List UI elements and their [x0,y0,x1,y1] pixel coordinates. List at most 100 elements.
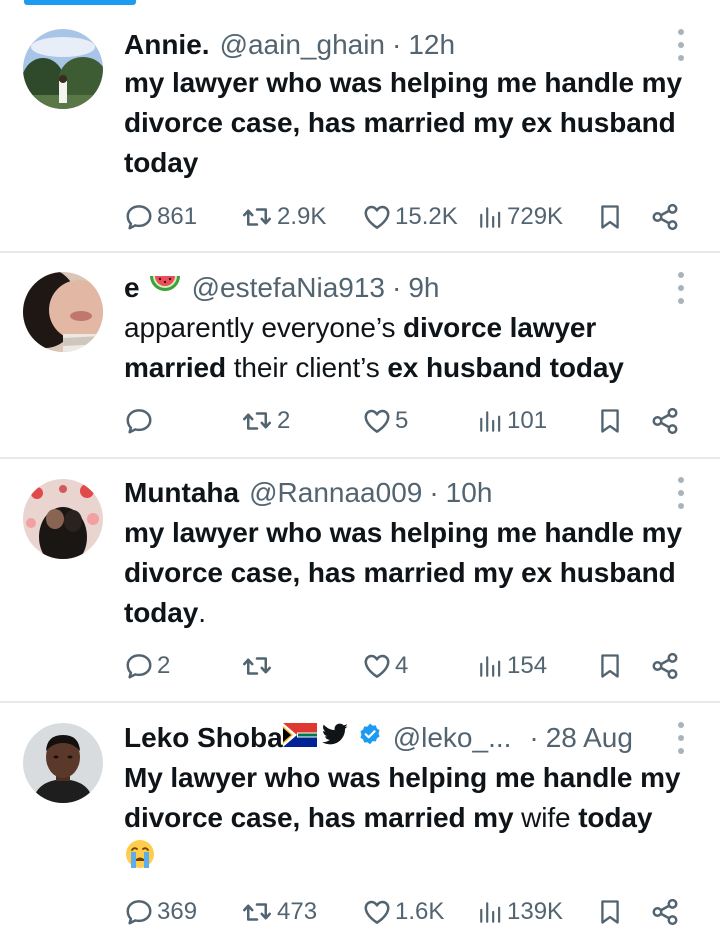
retweet-count: 2.9K [277,203,327,230]
like-icon [362,202,392,232]
bookmark-icon [596,651,624,681]
text-segment-bold: my lawyer who was helping me handle my d… [124,517,682,628]
retweet-button[interactable]: 473 [240,892,317,932]
reply-button[interactable]: 861 [124,197,197,237]
avatar[interactable] [23,29,103,109]
reply-icon [124,651,154,681]
reply-icon [124,202,154,232]
more-icon[interactable] [676,272,686,304]
user-handle[interactable]: @leko_... [393,722,512,754]
retweet-icon [240,897,274,927]
like-icon [362,897,392,927]
share-button[interactable] [650,646,680,686]
bookmark-icon [596,406,624,436]
tweet-text: apparently everyone’s divorce lawyer mar… [124,308,690,388]
user-handle[interactable]: @Rannaa009 [249,477,422,509]
display-name[interactable]: Leko Shoba [124,722,283,754]
views-count: 154 [507,652,548,679]
share-icon [650,897,680,927]
retweet-count: 2 [277,407,291,434]
separator: · [392,272,402,303]
verified-badge-icon [357,722,383,755]
text-segment: wife [513,802,571,833]
avatar[interactable] [23,723,103,803]
tweet-text: My lawyer who was helping me handle my d… [124,758,690,881]
views-button[interactable]: 101 [478,401,547,441]
reply-button[interactable]: 369 [124,892,197,932]
bookmark-button[interactable] [596,401,624,441]
timestamp[interactable]: 10h [446,477,493,509]
user-handle[interactable]: @aain_ghain [220,29,385,61]
tweet-text: my lawyer who was helping me handle my d… [124,513,690,633]
reply-icon [124,897,154,927]
like-count: 1.6K [395,898,445,925]
reply-button[interactable]: 2 [124,646,170,686]
retweet-button[interactable]: 2 [240,401,290,441]
retweet-count: 473 [277,898,318,925]
views-icon [478,406,504,436]
share-icon [650,651,680,681]
like-button[interactable]: 4 [362,646,408,686]
south-africa-flag-emoji [282,722,317,754]
user-handle[interactable]: @estefaNia913 [192,272,385,304]
retweet-icon [240,651,274,681]
like-icon [362,406,392,436]
views-icon [478,897,504,927]
separator: · [529,722,539,753]
reply-count: 2 [157,652,171,679]
views-count: 729K [507,203,564,230]
text-segment: apparently everyone’s [124,312,404,343]
separator: · [429,477,439,508]
retweet-icon [240,406,274,436]
display-name[interactable]: Annie. [124,29,210,61]
bird-emoji [321,722,349,754]
retweet-button[interactable] [240,646,277,686]
timestamp[interactable]: 9h [408,272,439,304]
bookmark-icon [596,897,624,927]
timestamp[interactable]: 12h [408,29,455,61]
tweet-header: Annie. @aain_ghain · 12h [124,25,660,65]
share-button[interactable] [650,892,680,932]
views-button[interactable]: 729K [478,197,563,237]
views-icon [478,202,504,232]
like-button[interactable]: 15.2K [362,197,458,237]
like-count: 15.2K [395,203,458,230]
tab-indicator [24,0,136,5]
tweet-actions: 369 473 1.6K 139K [0,892,720,932]
separator: · [392,29,402,60]
watermelon-emoji [148,270,182,307]
text-segment-bold: today [578,802,653,833]
more-icon[interactable] [676,722,686,754]
divider [0,701,720,703]
views-button[interactable]: 154 [478,646,547,686]
text-segment-bold: ex husband today [387,352,624,383]
tweet-header: Muntaha @Rannaa009 · 10h [124,473,660,513]
text-segment: . [198,597,206,628]
tweet-text: my lawyer who was helping me handle my d… [124,67,682,178]
bookmark-button[interactable] [596,892,624,932]
timestamp[interactable]: 28 Aug [546,722,633,754]
avatar[interactable] [23,272,103,352]
avatar[interactable] [23,479,103,559]
tweet-header: e @estefaNia913 · 9h [124,268,660,308]
retweet-icon [240,202,274,232]
like-button[interactable]: 1.6K [362,892,444,932]
tweet-header: Leko Shoba @leko_... · 28 Aug [124,718,660,758]
share-button[interactable] [650,197,680,237]
views-count: 139K [507,898,564,925]
reply-button[interactable] [124,401,157,441]
bookmark-button[interactable] [596,646,624,686]
display-name[interactable]: e [124,272,140,304]
crying-face-emoji [124,838,156,881]
like-button[interactable]: 5 [362,401,408,441]
share-button[interactable] [650,401,680,441]
display-name[interactable]: Muntaha [124,477,239,509]
more-icon[interactable] [676,29,686,61]
divider [0,251,720,253]
share-icon [650,406,680,436]
bookmark-button[interactable] [596,197,624,237]
more-icon[interactable] [676,477,686,509]
views-button[interactable]: 139K [478,892,563,932]
retweet-button[interactable]: 2.9K [240,197,326,237]
tweet-actions: 861 2.9K 15.2K 729K [0,197,720,237]
